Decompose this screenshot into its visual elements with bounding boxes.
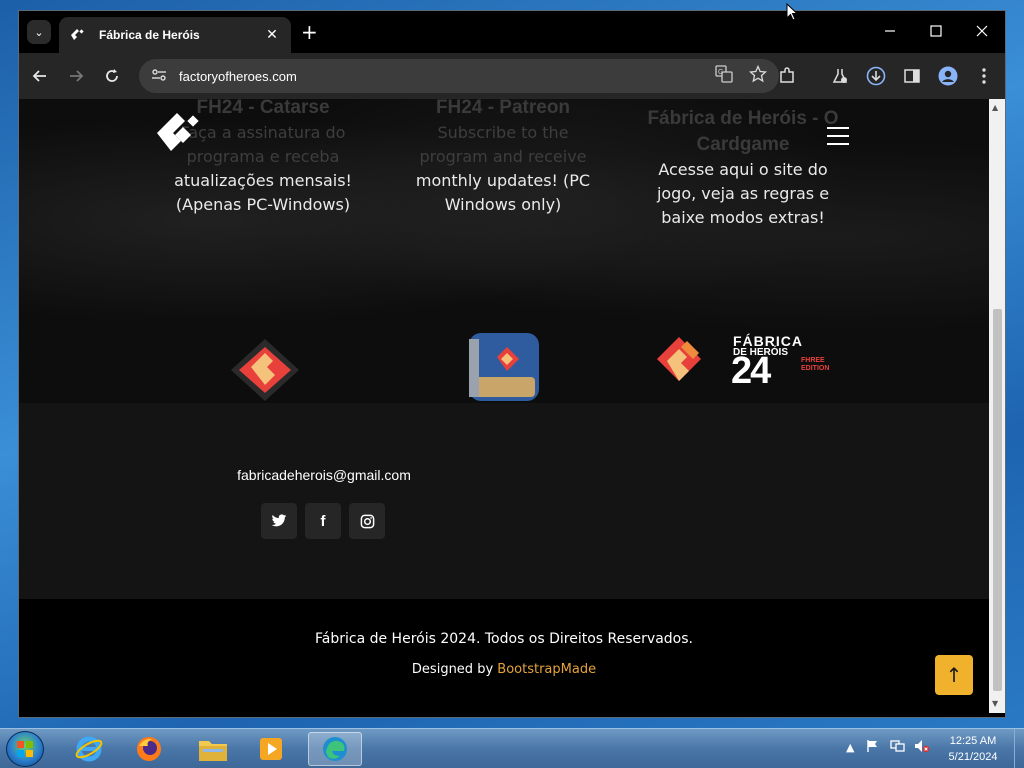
instagram-icon [360,514,374,528]
side-panel-icon[interactable] [901,65,923,87]
designed-by: Designed by BootstrapMade [19,662,989,677]
designed-by-prefix: Designed by [411,662,494,677]
facebook-button[interactable]: f [305,503,341,539]
patreon-text: monthly updates! (PC Windows only) [415,171,591,214]
svg-text:G: G [718,69,723,76]
address-bar[interactable]: factoryofheroes.com G [139,59,779,93]
patreon-text-faded: Subscribe to the program and receive [419,123,587,166]
clock-date: 5/21/2024 [948,751,998,763]
fh24-edition: FHREE EDITION [801,357,830,372]
footer-email[interactable]: fabricadeherois@gmail.com [219,467,429,483]
translate-icon[interactable]: G [715,65,733,87]
catarse-logo-icon[interactable] [227,337,303,403]
bookmark-star-icon[interactable] [748,64,768,87]
tab-title: Fábrica de Heróis [99,28,200,42]
start-button[interactable] [6,731,44,767]
twitter-icon [271,514,287,527]
folder-icon [199,741,227,761]
facebook-icon: f [320,512,326,530]
taskbar-ie[interactable] [62,732,116,766]
hamburger-menu-icon[interactable] [827,127,849,151]
instagram-button[interactable] [349,503,385,539]
system-clock[interactable]: 12:25 AM 5/21/2024 [936,733,1010,765]
maximize-button[interactable] [913,11,959,51]
windows-logo-icon [17,741,33,757]
taskbar-media-player[interactable] [244,732,298,766]
clock-time: 12:25 AM [949,735,997,747]
labs-icon[interactable] [829,65,851,87]
site-favicon-icon [69,26,87,44]
action-center-flag-icon[interactable] [866,739,880,756]
edge-browser-icon [323,737,347,761]
download-icon[interactable] [865,65,887,87]
taskbar-explorer[interactable] [186,732,240,766]
back-button[interactable] [29,65,51,87]
footer-section: fabricadeherois@gmail.com f [19,403,989,599]
firefox-icon [137,737,161,761]
tab-strip: ⌄ Fábrica de Heróis ✕ + [19,11,1005,53]
active-tab[interactable]: Fábrica de Heróis ✕ [59,17,291,53]
site-logo-icon[interactable] [155,111,205,157]
close-window-button[interactable] [959,11,1005,51]
patreon-heading[interactable]: FH24 - Patreon [403,99,603,121]
windows-taskbar: ▲ 12:25 AM 5/21/2024 [0,728,1024,768]
cardgame-text: Acesse aqui o site do jogo, veja as regr… [656,160,830,227]
network-icon[interactable] [890,739,906,756]
fh24-number: 24 [731,350,771,392]
scrollbar-thumb[interactable] [993,309,1002,691]
menu-kebab-icon[interactable] [973,65,995,87]
fh24-logo[interactable]: FÁBRICA DE HERÓIS 24 FHREE EDITION [657,333,833,395]
volume-muted-icon[interactable] [914,739,930,756]
browser-window: ⌄ Fábrica de Heróis ✕ + factoryofheroes.… [18,10,1006,718]
page-scrollbar[interactable]: ▲ ▼ [989,99,1005,713]
page-viewport: FH24 - Catarse Faça a assinatura do prog… [19,99,989,713]
site-info-icon[interactable] [151,67,167,86]
taskbar-firefox[interactable] [122,732,176,766]
reload-button[interactable] [101,65,123,87]
patreon-book-icon[interactable] [467,331,541,403]
cardgame-column[interactable]: Fábrica de Heróis - O Cardgame Acesse aq… [643,106,843,230]
back-to-top-button[interactable]: ↑ [935,655,973,695]
bootstrapmade-link[interactable]: BootstrapMade [497,662,596,677]
arrow-up-icon: ↑ [945,663,963,687]
catarse-text: atualizações mensais! (Apenas PC-Windows… [174,171,352,214]
copyright-text: Fábrica de Heróis 2024. Todos os Direito… [315,631,693,647]
scroll-down-arrow-icon[interactable]: ▼ [992,699,998,708]
scroll-up-arrow-icon[interactable]: ▲ [992,103,998,112]
url-text[interactable]: factoryofheroes.com [179,69,715,84]
tab-search-button[interactable]: ⌄ [27,20,51,44]
minimize-button[interactable] [867,11,913,51]
media-player-icon [260,738,282,760]
patreon-column[interactable]: FH24 - Patreon Subscribe to the program … [403,99,603,217]
extensions-icon[interactable] [776,65,798,87]
profile-avatar-icon[interactable] [937,65,959,87]
cardgame-heading[interactable]: Fábrica de Heróis - O Cardgame [643,106,843,158]
show-hidden-icons[interactable]: ▲ [846,741,854,754]
internet-explorer-icon [75,736,103,762]
show-desktop-button[interactable] [1014,729,1024,768]
tab-close-icon[interactable]: ✕ [263,27,281,43]
copyright-bar: Fábrica de Heróis 2024. Todos os Direito… [19,599,989,713]
forward-button[interactable] [65,65,87,87]
hero-section: FH24 - Catarse Faça a assinatura do prog… [19,99,989,403]
new-tab-button[interactable]: + [301,22,318,42]
mouse-cursor-icon [786,2,799,25]
browser-toolbar: factoryofheroes.com G [19,53,1005,99]
taskbar-edge[interactable] [308,732,362,766]
twitter-button[interactable] [261,503,297,539]
